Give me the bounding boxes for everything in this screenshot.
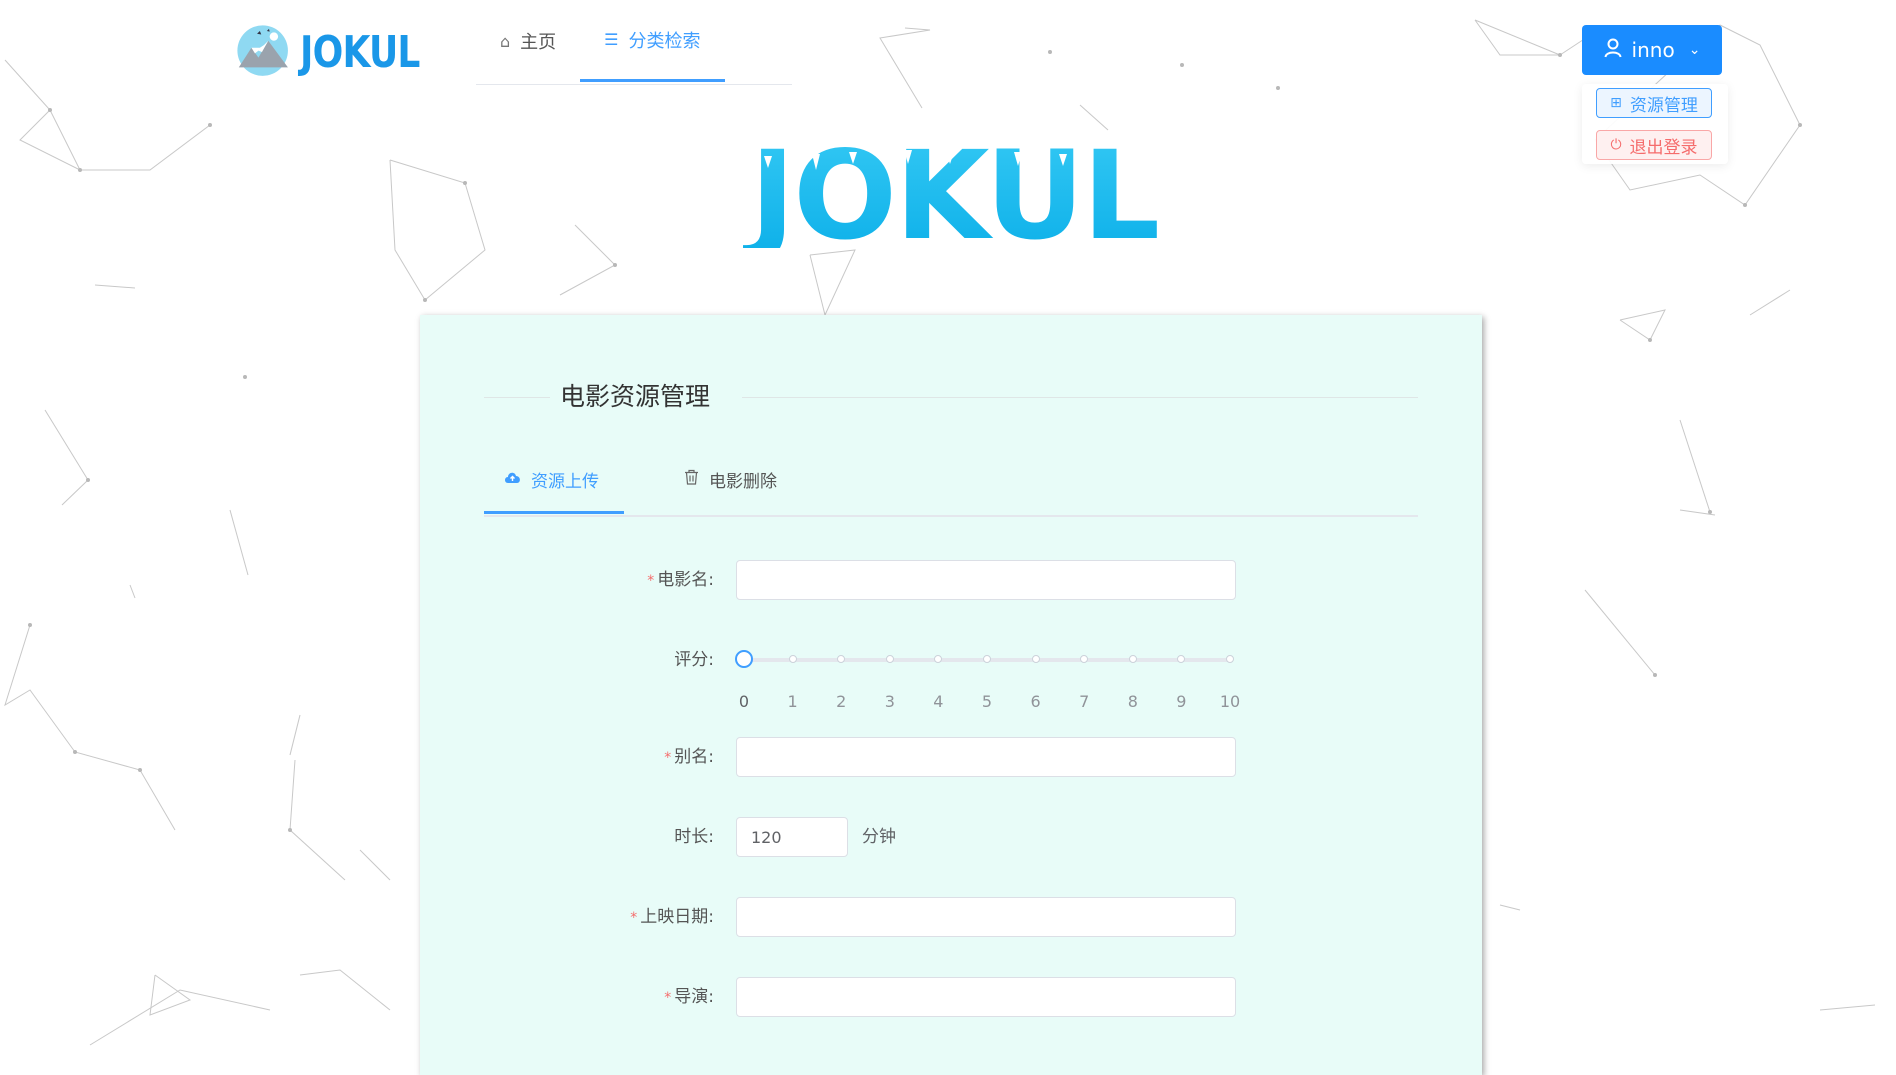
form-row-movie-name: * 电影名: [420, 560, 1482, 600]
duration-label: 时长: [674, 827, 714, 847]
director-input[interactable] [736, 977, 1236, 1017]
management-tabs: 资源上传 电影删除 [484, 445, 1418, 517]
movie-name-input[interactable] [736, 560, 1236, 600]
form-row-alias: * 别名: [420, 737, 1482, 777]
nav-item-home[interactable]: ⌂ 主页 [476, 0, 580, 82]
title-divider-left [484, 397, 550, 398]
slider-tick-label: 0 [738, 692, 750, 711]
required-mark: * [664, 750, 672, 766]
slider-tick-label: 6 [1030, 692, 1041, 711]
slider-tick-label: 2 [836, 692, 847, 711]
user-name: inno [1631, 38, 1675, 62]
hero-logo-text: JOKUL [743, 128, 1158, 248]
slider-stop [837, 655, 846, 663]
slider-stop [1226, 655, 1234, 663]
slider-stop [788, 655, 797, 663]
form-row-director: * 导演: [420, 977, 1482, 1017]
home-icon: ⌂ [500, 31, 511, 51]
user-dropdown-menu: ⊞ 资源管理 ⏻ 退出登录 [1582, 84, 1728, 164]
list-icon: ☰ [604, 30, 619, 49]
slider-stop [1080, 655, 1089, 663]
slider-tick-label: 9 [1176, 692, 1187, 711]
slider-stop [1128, 655, 1137, 663]
slider-tick-label: 7 [1079, 692, 1090, 711]
logout-label: 退出登录 [1629, 137, 1698, 158]
duration-input[interactable] [736, 817, 848, 857]
tab-movie-delete[interactable]: 电影删除 [684, 445, 777, 513]
card-title: 电影资源管理 [560, 382, 711, 411]
director-label: * 导演: [664, 987, 714, 1007]
user-icon [1604, 38, 1622, 63]
tab-resource-upload[interactable]: 资源上传 [504, 445, 599, 513]
resource-manage-button[interactable]: ⊞ 资源管理 [1596, 88, 1712, 118]
resource-management-card: 电影资源管理 资源上传 电影删除 * 电影名: 评分: 0 1 2 3 4 5 6 7 8 9 10 … [420, 315, 1482, 1075]
title-divider-right [742, 397, 1418, 398]
slider-stop [983, 655, 991, 663]
slider-tick-label: 4 [933, 692, 944, 711]
chevron-down-icon: ⌄ [1688, 42, 1701, 58]
top-nav: ⌂ 主页 ☰ 分类检索 [476, 0, 792, 85]
form-row-duration: 时长: 分钟 [420, 817, 1482, 857]
nav-item-category-search[interactable]: ☰ 分类检索 [580, 0, 725, 82]
required-mark: * [647, 573, 655, 589]
logout-icon: ⏻ [1610, 137, 1622, 153]
header-logo[interactable]: JOKUL [236, 12, 446, 92]
form-row-release-date: * 上映日期: [420, 897, 1482, 937]
tab-label: 电影删除 [709, 471, 777, 492]
required-mark: * [630, 910, 638, 926]
slider-tick-label: 3 [884, 692, 895, 711]
slider-tick-label: 8 [1127, 692, 1138, 711]
slider-stop [1177, 655, 1186, 663]
slider-tick-label: 5 [981, 692, 993, 711]
hero-logo: JOKUL [726, 128, 1160, 248]
release-date-input[interactable] [736, 897, 1236, 937]
movie-name-label: * 电影名: [647, 570, 714, 590]
nav-item-label: 主页 [520, 32, 557, 53]
upload-cloud-icon [504, 470, 521, 488]
rating-slider[interactable]: 0 1 2 3 4 5 6 7 8 9 10 [735, 650, 1240, 711]
slider-tick-label: 1 [787, 692, 798, 711]
active-tab-indicator [484, 511, 624, 514]
alias-input[interactable] [736, 737, 1236, 777]
grid-icon: ⊞ [1610, 95, 1622, 111]
user-menu-button[interactable]: inno ⌄ [1582, 25, 1722, 75]
tab-label: 资源上传 [531, 471, 599, 492]
trash-icon [684, 469, 699, 489]
duration-unit: 分钟 [862, 827, 896, 847]
required-mark: * [664, 990, 672, 1006]
slider-stop [1031, 655, 1040, 663]
logo-mountain-icon [237, 25, 288, 76]
slider-stop [885, 655, 894, 663]
release-date-label: * 上映日期: [630, 907, 714, 927]
slider-handle[interactable] [735, 650, 753, 668]
rating-label: 评分: [674, 650, 714, 670]
form-row-rating: 评分: 0 1 2 3 4 5 6 7 8 9 10 [420, 640, 1482, 711]
alias-label: * 别名: [664, 747, 714, 767]
logout-button[interactable]: ⏻ 退出登录 [1596, 130, 1712, 160]
nav-item-label: 分类检索 [628, 30, 701, 52]
resource-manage-label: 资源管理 [1629, 95, 1698, 116]
slider-tick-label: 10 [1219, 692, 1241, 711]
slider-stop [934, 655, 943, 663]
logo-text: JOKUL [300, 26, 420, 78]
